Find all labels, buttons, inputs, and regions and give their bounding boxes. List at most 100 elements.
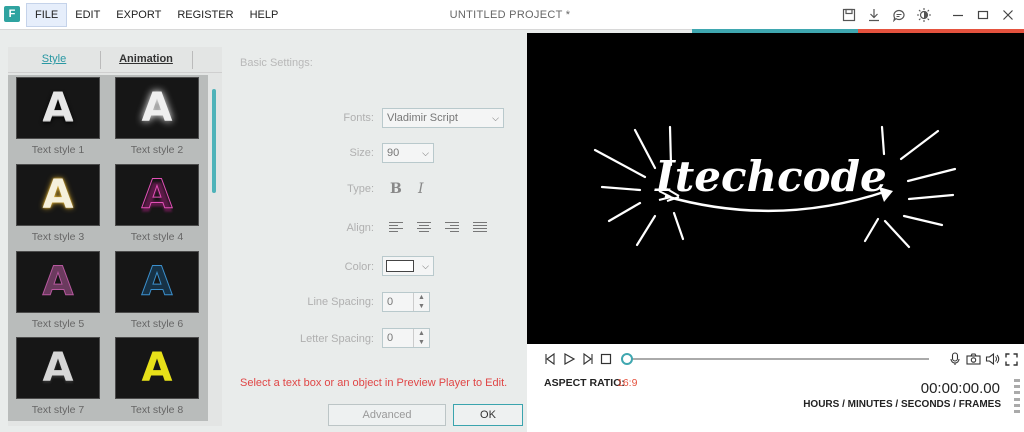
spinner-arrows-icon[interactable]: ▲ ▼ xyxy=(413,293,429,311)
text-style-glyph: A xyxy=(42,259,74,305)
menu-file[interactable]: FILE xyxy=(26,3,68,27)
text-style-tile-8[interactable]: A Text style 8 xyxy=(115,337,201,416)
close-icon[interactable] xyxy=(998,5,1018,25)
text-style-label: Text style 3 xyxy=(31,231,85,243)
text-style-thumb: A xyxy=(16,164,100,226)
text-style-thumb: A xyxy=(115,77,199,139)
chevron-down-icon: ⌵ xyxy=(422,148,429,158)
text-style-tile-6[interactable]: A Text style 6 xyxy=(115,251,201,330)
text-style-tile-1[interactable]: A Text style 1 xyxy=(16,77,102,156)
playhead-knob[interactable] xyxy=(621,353,633,365)
size-label: Size: xyxy=(349,147,374,159)
preview-caption: Itechcode xyxy=(654,152,887,201)
fonts-label: Fonts: xyxy=(343,112,374,124)
brightness-icon[interactable] xyxy=(914,5,934,25)
tab-style[interactable]: Style xyxy=(8,47,100,73)
text-style-tile-5[interactable]: A Text style 5 xyxy=(16,251,102,330)
timecode-units: HOURS / MINUTES / SECONDS / FRAMES xyxy=(803,399,1001,410)
advanced-button[interactable]: Advanced xyxy=(328,404,446,426)
timecode: 00:00:00.00 xyxy=(920,380,1000,397)
align-label: Align: xyxy=(346,222,374,234)
play-icon[interactable] xyxy=(562,351,576,367)
save-icon[interactable] xyxy=(839,5,859,25)
aspect-ratio-value[interactable]: 16:9 xyxy=(617,377,637,389)
bold-icon[interactable]: B xyxy=(390,181,402,197)
text-style-glyph: A xyxy=(141,85,173,131)
preview-player: Itechcode ASPECT RATIO: 16:9 00:00:00.00… xyxy=(527,33,1024,432)
font-select[interactable]: Vladimir Script ⌵ xyxy=(382,108,504,128)
microphone-icon[interactable] xyxy=(949,351,961,367)
chevron-down-icon: ⌵ xyxy=(492,113,499,123)
text-style-thumb: A xyxy=(16,251,100,313)
prev-frame-icon[interactable] xyxy=(543,351,557,367)
text-style-label: Text style 7 xyxy=(31,404,85,416)
text-style-glyph: A xyxy=(141,172,173,218)
letter-spacing-label: Letter Spacing: xyxy=(300,333,374,345)
line-spacing-label: Line Spacing: xyxy=(307,296,374,308)
text-style-thumb: A xyxy=(16,337,100,399)
audio-level-meter xyxy=(1014,379,1020,413)
menu-register[interactable]: REGISTER xyxy=(169,3,241,27)
timeline-track[interactable] xyxy=(621,353,929,365)
section-title: Basic Settings: xyxy=(240,57,313,69)
aspect-ratio-label: ASPECT RATIO: xyxy=(544,377,625,389)
color-swatch xyxy=(386,260,414,272)
feedback-icon[interactable] xyxy=(889,5,909,25)
text-style-tile-7[interactable]: A Text style 7 xyxy=(16,337,102,416)
fullscreen-icon[interactable] xyxy=(1005,351,1018,367)
text-style-tile-2[interactable]: A Text style 2 xyxy=(115,77,201,156)
spinner-arrows-icon[interactable]: ▲ ▼ xyxy=(413,329,429,347)
align-center-icon[interactable] xyxy=(417,222,431,234)
text-style-thumb: A xyxy=(16,77,100,139)
text-style-tile-4[interactable]: A Text style 4 xyxy=(115,164,201,243)
maximize-icon[interactable] xyxy=(973,5,993,25)
letter-spacing-stepper[interactable]: 0 ▲ ▼ xyxy=(382,328,430,348)
style-panel: Style Animation A Text style 1 A Text st… xyxy=(8,47,222,426)
size-select[interactable]: 90 ⌵ xyxy=(382,143,434,163)
text-style-thumb: A xyxy=(115,164,199,226)
chevron-down-icon: ⌵ xyxy=(422,261,429,271)
text-style-label: Text style 2 xyxy=(130,144,184,156)
size-value: 90 xyxy=(387,147,400,159)
font-value: Vladimir Script xyxy=(387,112,458,124)
italic-icon[interactable]: I xyxy=(418,181,424,197)
text-style-tile-3[interactable]: A Text style 3 xyxy=(16,164,102,243)
color-picker[interactable]: ⌵ xyxy=(382,256,434,276)
menu-export[interactable]: EXPORT xyxy=(108,3,169,27)
align-left-icon[interactable] xyxy=(389,222,403,234)
stop-icon[interactable] xyxy=(600,351,612,367)
text-settings-panel: Basic Settings: Fonts: Vladimir Script ⌵… xyxy=(224,33,526,432)
color-label: Color: xyxy=(344,261,374,273)
text-style-glyph: A xyxy=(42,85,74,131)
menu-edit[interactable]: EDIT xyxy=(67,3,108,27)
next-frame-icon[interactable] xyxy=(581,351,595,367)
align-justify-icon[interactable] xyxy=(473,222,487,234)
preview-screen[interactable]: Itechcode xyxy=(527,33,1024,344)
text-style-thumb: A xyxy=(115,337,199,399)
menu-help[interactable]: HELP xyxy=(242,3,287,27)
line-spacing-stepper[interactable]: 0 ▲ ▼ xyxy=(382,292,430,312)
align-right-icon[interactable] xyxy=(445,222,459,234)
app-logo: F xyxy=(4,6,20,22)
text-style-glyph: A xyxy=(42,345,74,391)
text-style-label: Text style 1 xyxy=(31,144,85,156)
text-style-label: Text style 6 xyxy=(130,318,184,330)
download-icon[interactable] xyxy=(864,5,884,25)
style-grid: A Text style 1 A Text style 2 A Text sty… xyxy=(8,75,208,421)
text-style-glyph: A xyxy=(141,259,173,305)
text-style-thumb: A xyxy=(115,251,199,313)
tab-animation[interactable]: Animation xyxy=(100,47,192,73)
camera-icon[interactable] xyxy=(966,351,981,367)
text-style-label: Text style 4 xyxy=(130,231,184,243)
ok-button[interactable]: OK xyxy=(453,404,523,426)
minimize-icon[interactable] xyxy=(948,5,968,25)
style-tabs: Style Animation xyxy=(8,47,222,73)
volume-icon[interactable] xyxy=(985,351,1000,367)
tab-divider xyxy=(192,51,193,69)
title-icons xyxy=(834,5,1018,25)
letter-spacing-value: 0 xyxy=(387,332,394,344)
text-style-label: Text style 8 xyxy=(130,404,184,416)
style-grid-scrollbar[interactable] xyxy=(212,89,216,193)
project-title: UNTITLED PROJECT * xyxy=(449,9,571,21)
title-bar: F FILE EDIT EXPORT REGISTER HELP UNTITLE… xyxy=(0,0,1024,33)
